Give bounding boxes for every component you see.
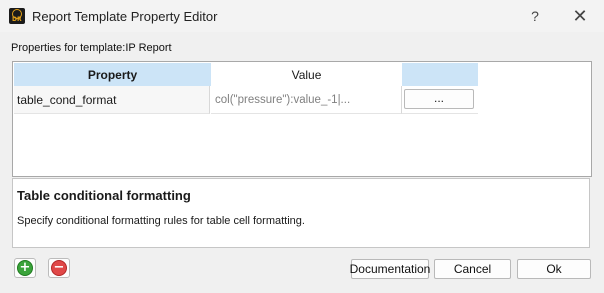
add-property-button[interactable]: + <box>14 258 36 278</box>
property-action-cell: ... <box>402 86 478 114</box>
plus-icon: + <box>17 260 33 276</box>
edit-value-button[interactable]: ... <box>404 89 474 109</box>
cancel-button[interactable]: Cancel <box>434 259 511 279</box>
close-icon[interactable]: ✕ <box>557 0 603 32</box>
help-icon[interactable]: ? <box>512 0 558 32</box>
description-text: Specify conditional formatting rules for… <box>17 215 305 227</box>
window-title: Report Template Property Editor <box>32 9 218 24</box>
remove-property-button[interactable]: − <box>48 258 70 278</box>
description-title: Table conditional formatting <box>17 188 191 203</box>
title-bar: DR Report Template Property Editor ? ✕ <box>0 0 604 32</box>
property-value-cell[interactable]: col("pressure"):value_-1|... <box>211 86 402 114</box>
column-header-property[interactable]: Property <box>14 63 211 86</box>
property-name-cell[interactable]: table_cond_format <box>14 86 210 114</box>
property-grid[interactable]: Property Value table_cond_format col("pr… <box>12 61 592 177</box>
documentation-button[interactable]: Documentation <box>350 259 430 279</box>
column-header-value[interactable]: Value <box>211 63 402 86</box>
app-logo-icon: DR <box>9 8 25 24</box>
properties-label: Properties for template:IP Report <box>11 42 172 54</box>
ok-button[interactable]: Ok <box>517 259 591 279</box>
minus-icon: − <box>51 260 67 276</box>
column-header-action <box>402 63 478 86</box>
description-panel: Table conditional formatting Specify con… <box>12 178 590 248</box>
